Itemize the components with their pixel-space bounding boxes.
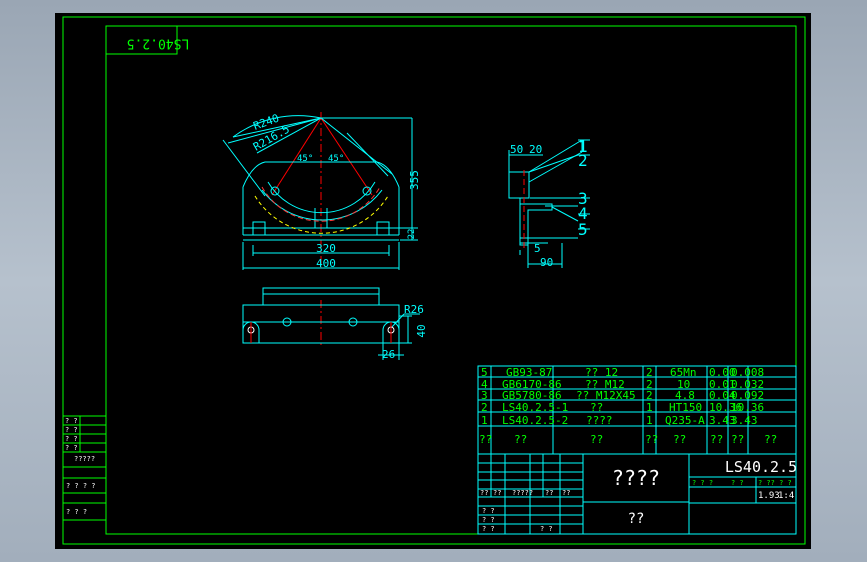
bom-header: ??: [710, 433, 723, 446]
dim-355: 355: [408, 170, 421, 190]
bom-total-weight: 10.36: [731, 401, 764, 414]
drawing-subtitle: ??: [628, 511, 645, 527]
dim-50: 50: [510, 143, 523, 156]
left-strip-label: ? ? ?: [66, 508, 87, 516]
left-strip-label: ? ?: [65, 426, 78, 434]
bom-no: 1: [481, 414, 488, 427]
drawing-name: ????: [612, 466, 660, 490]
left-strip-label: ? ?: [65, 435, 78, 443]
dim-r26: R26: [404, 303, 424, 316]
dim-5: 5: [534, 242, 541, 255]
sheet-info: 1.93: [758, 491, 780, 501]
dim-angle-right: 45°: [328, 154, 344, 164]
bom-code: LS40.2.5-1: [502, 401, 568, 414]
dim-400: 400: [316, 257, 336, 270]
dim-40: 40: [415, 324, 428, 337]
bom-name: ?? M12X45: [576, 389, 636, 402]
dim-26: 26: [382, 348, 395, 361]
title-left-label: ??: [545, 489, 553, 497]
bom-name: ????: [586, 414, 613, 427]
title-left-label: ? ?: [482, 507, 495, 515]
title-left-label: ?????: [512, 489, 533, 497]
bom-header: ??: [479, 433, 492, 446]
drawing-sheet: [55, 13, 811, 549]
title-small-label: ? ? ?: [692, 479, 713, 487]
title-left-label: ??: [480, 489, 488, 497]
title-left-label: ? ?: [482, 525, 495, 533]
bom-header: ??: [645, 433, 658, 446]
bom-no: 2: [481, 401, 488, 414]
bom-total-weight: 3.43: [731, 414, 758, 427]
title-small-label: ? ?: [731, 479, 744, 487]
bom-header: ??: [764, 433, 777, 446]
dim-90: 90: [540, 256, 553, 269]
left-strip-label: ? ?: [65, 444, 78, 452]
drawing-canvas[interactable]: LS40.2.5 ? ? ? ? ? ? ? ? ????? ? ? ? ? ?…: [0, 0, 867, 562]
left-strip-label: ? ? ? ?: [66, 482, 96, 490]
dim-angle-left: 45°: [297, 154, 313, 164]
bom-qty: 1: [646, 414, 653, 427]
title-left-label: ? ?: [540, 525, 553, 533]
bom-header: ??: [590, 433, 603, 446]
cad-viewer: LS40.2.5 ? ? ? ? ? ? ? ? ????? ? ? ? ? ?…: [0, 0, 867, 562]
bom-material: Q235-A: [665, 414, 705, 427]
bom-qty: 1: [646, 401, 653, 414]
left-strip-label: ? ?: [65, 417, 78, 425]
bom-header: ??: [731, 433, 744, 446]
dim-22: 22: [407, 229, 417, 240]
bom-name: ??: [590, 401, 603, 414]
drawing-number: LS40.2.5: [725, 458, 797, 476]
balloon-5: 5: [578, 220, 588, 239]
dim-20: 20: [529, 143, 542, 156]
mirrored-drawing-number: LS40.2.5: [127, 36, 190, 51]
title-left-label: ? ?: [482, 516, 495, 524]
balloon-2: 2: [578, 151, 588, 170]
dim-320: 320: [316, 242, 336, 255]
title-left-label: ??: [562, 489, 570, 497]
bom-header: ??: [673, 433, 686, 446]
title-small-label: ? ?? ? ?: [758, 479, 792, 487]
title-left-label: ??: [493, 489, 501, 497]
bom-header: ??: [514, 433, 527, 446]
left-strip-label: ?????: [74, 455, 95, 463]
bom-code: LS40.2.5-2: [502, 414, 568, 427]
drawing-scale: 1:4: [778, 491, 794, 501]
bom-material: HT150: [669, 401, 702, 414]
